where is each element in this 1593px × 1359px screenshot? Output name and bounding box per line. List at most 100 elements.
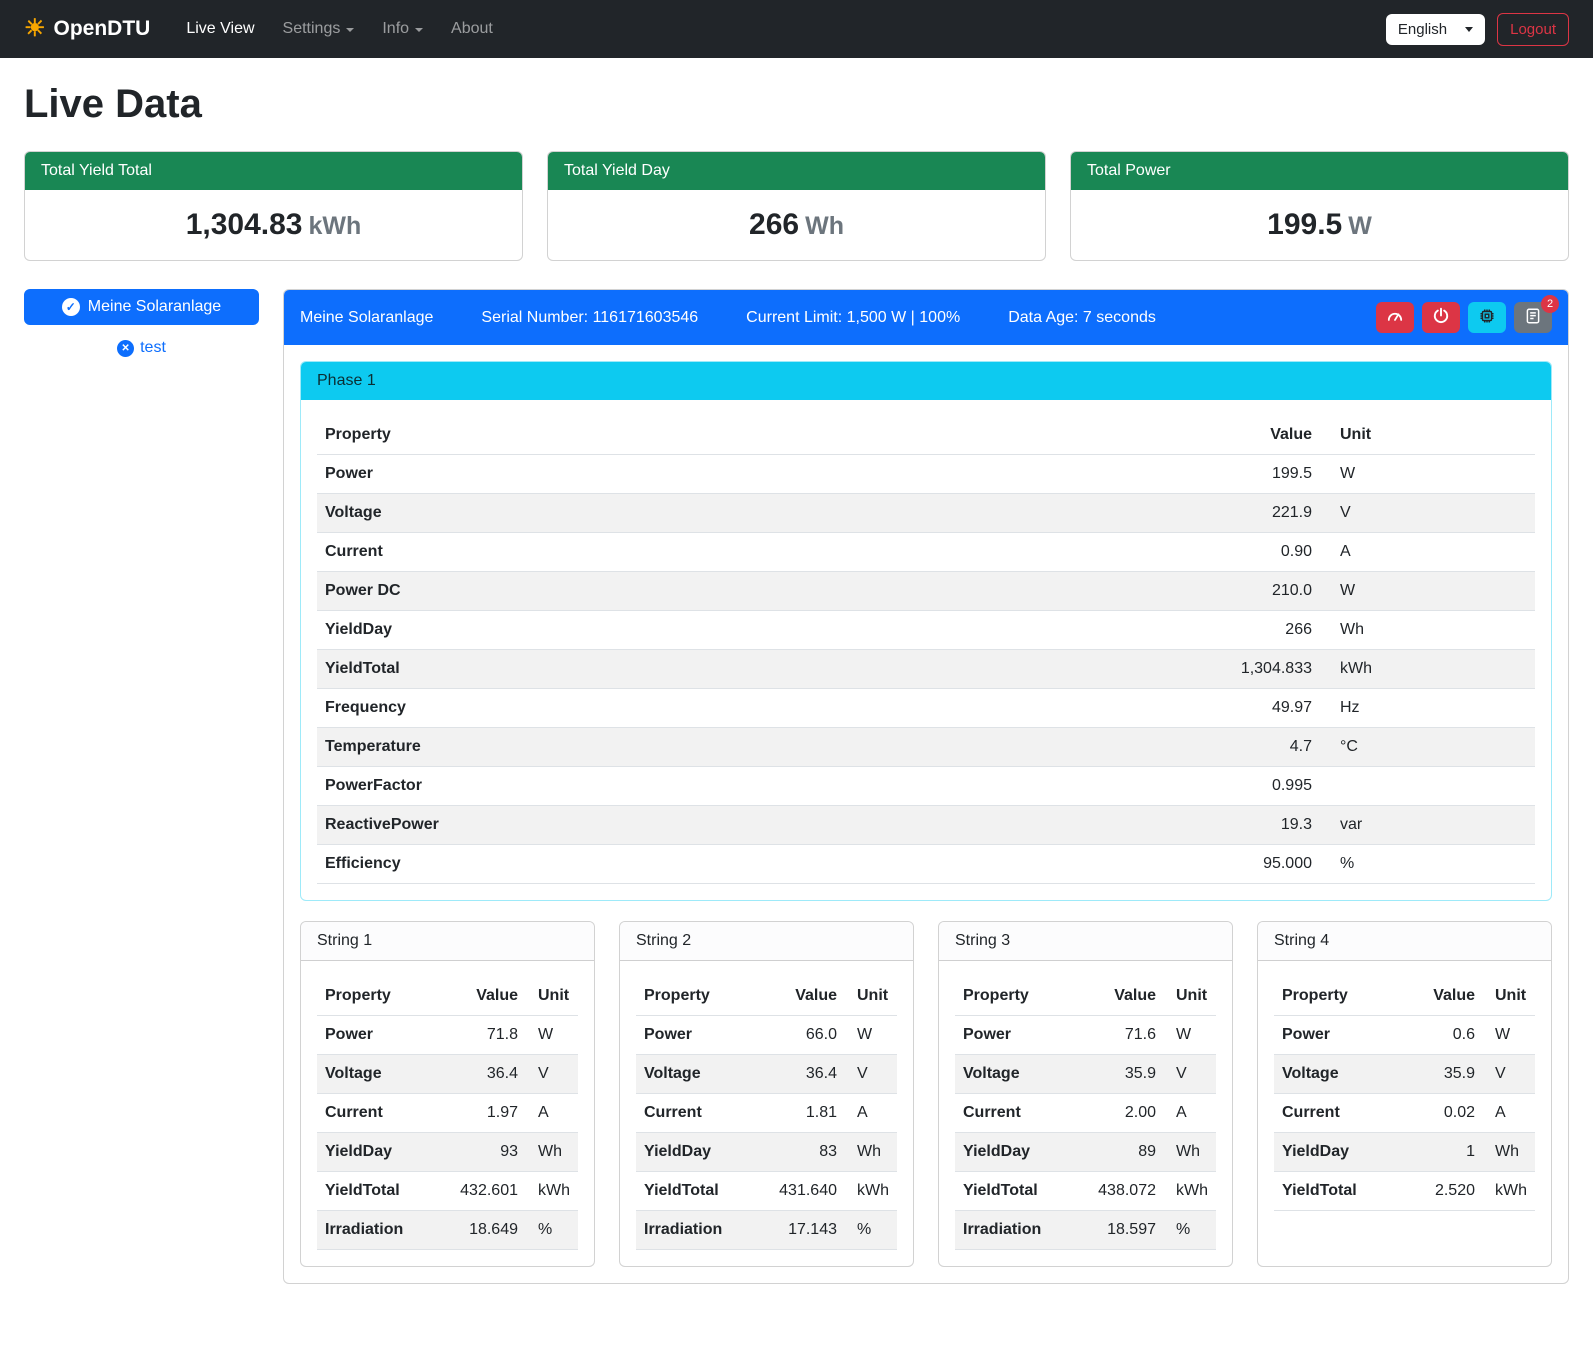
inverter-panel: Meine Solaranlage Serial Number: 1161716… (283, 289, 1569, 1284)
row-unit: W (1320, 455, 1535, 494)
nav-settings[interactable]: Settings (271, 12, 367, 46)
row-unit: °C (1320, 728, 1535, 767)
row-unit: W (1483, 1016, 1535, 1055)
row-value: 1,304.833 (1160, 650, 1320, 689)
event-log-button[interactable]: 2 (1514, 302, 1552, 333)
summary-card-title: Total Power (1071, 152, 1568, 190)
row-unit: kWh (1483, 1172, 1535, 1211)
row-property: Voltage (317, 1055, 446, 1094)
logout-button[interactable]: Logout (1497, 13, 1569, 46)
sidebar-item-test[interactable]: ✕ test (24, 339, 259, 357)
brand: ☀ OpenDTU (24, 17, 150, 41)
row-property: Current (317, 1094, 446, 1133)
row-unit: A (845, 1094, 897, 1133)
row-property: YieldDay (1274, 1133, 1403, 1172)
row-property: Power (636, 1016, 765, 1055)
phase-table: Property Value Unit Power (317, 416, 1535, 884)
inverter-select-button[interactable]: ✓ Meine Solaranlage (24, 289, 259, 325)
table-row: YieldDay 89 Wh (955, 1133, 1216, 1172)
table-row: Power 199.5 W (317, 455, 1535, 494)
row-unit: Wh (526, 1133, 578, 1172)
row-unit: W (526, 1016, 578, 1055)
table-row: ReactivePower 19.3 var (317, 806, 1535, 845)
chevron-down-icon (1465, 27, 1473, 32)
table-row: Current 0.90 A (317, 533, 1535, 572)
row-property: PowerFactor (317, 767, 1160, 806)
row-property: Irradiation (636, 1211, 765, 1250)
row-value: 18.597 (1084, 1211, 1164, 1250)
summary-card-value-row: 199.5W (1071, 190, 1568, 260)
string-card: String 3 Property Value Unit (938, 921, 1233, 1267)
limit-settings-button[interactable] (1376, 302, 1414, 333)
nav-live-view[interactable]: Live View (174, 12, 266, 46)
table-row: YieldDay 83 Wh (636, 1133, 897, 1172)
table-header-row: Property Value Unit (317, 416, 1535, 455)
row-property: Voltage (955, 1055, 1084, 1094)
row-value: 4.7 (1160, 728, 1320, 767)
nav-info[interactable]: Info (370, 12, 435, 46)
string-card-body: Property Value Unit (939, 961, 1232, 1266)
inverter-panel-body: Phase 1 Property Value Unit (284, 345, 1568, 1283)
table-row: YieldTotal 431.640 kWh (636, 1172, 897, 1211)
row-unit: kWh (1164, 1172, 1216, 1211)
row-unit: var (1320, 806, 1535, 845)
string-card: String 4 Property Value Unit (1257, 921, 1552, 1267)
x-circle-icon: ✕ (117, 340, 134, 357)
row-property: Voltage (1274, 1055, 1403, 1094)
table-row: YieldTotal 438.072 kWh (955, 1172, 1216, 1211)
row-property: YieldTotal (636, 1172, 765, 1211)
language-select[interactable]: English (1386, 14, 1485, 45)
phase-card: Phase 1 Property Value Unit (300, 361, 1552, 901)
row-property: YieldDay (636, 1133, 765, 1172)
table-row: YieldTotal 2.520 kWh (1274, 1172, 1535, 1211)
table-row: Current 1.97 A (317, 1094, 578, 1133)
table-row: YieldTotal 1,304.833 kWh (317, 650, 1535, 689)
table-row: Irradiation 18.649 % (317, 1211, 578, 1250)
device-info-button[interactable] (1468, 302, 1506, 333)
summary-card-value-row: 1,304.83kWh (25, 190, 522, 260)
row-value: 89 (1084, 1133, 1164, 1172)
sidebar: ✓ Meine Solaranlage ✕ test (24, 289, 259, 357)
row-property: YieldTotal (317, 1172, 446, 1211)
power-button[interactable] (1422, 302, 1460, 333)
row-value: 0.6 (1403, 1016, 1483, 1055)
row-property: Efficiency (317, 845, 1160, 884)
row-value: 266 (1160, 611, 1320, 650)
row-value: 17.143 (765, 1211, 845, 1250)
row-property: Current (955, 1094, 1084, 1133)
table-header-row: Property Value Unit (1274, 977, 1535, 1016)
main-row: ✓ Meine Solaranlage ✕ test Meine Solaran… (24, 289, 1569, 1284)
table-row: Voltage 36.4 V (636, 1055, 897, 1094)
row-value: 71.6 (1084, 1016, 1164, 1055)
table-row: Power 71.8 W (317, 1016, 578, 1055)
row-unit: kWh (526, 1172, 578, 1211)
row-property: Voltage (636, 1055, 765, 1094)
row-property: YieldTotal (1274, 1172, 1403, 1211)
row-unit: kWh (845, 1172, 897, 1211)
test-link-label: test (140, 339, 166, 357)
table-row: Power 71.6 W (955, 1016, 1216, 1055)
nav-settings-label: Settings (283, 20, 341, 38)
summary-card: Total Yield Day 266Wh (547, 151, 1046, 261)
page-title: Live Data (24, 82, 1569, 127)
row-property: Power DC (317, 572, 1160, 611)
nav-about[interactable]: About (439, 12, 505, 46)
row-property: Current (1274, 1094, 1403, 1133)
nav-links: Live View Settings Info About (174, 12, 1378, 46)
table-row: YieldDay 93 Wh (317, 1133, 578, 1172)
summary-cards: Total Yield Total 1,304.83kWh Total Yiel… (24, 151, 1569, 261)
row-property: Current (317, 533, 1160, 572)
row-value: 210.0 (1160, 572, 1320, 611)
phase-card-title: Phase 1 (301, 362, 1551, 400)
language-select-value: English (1398, 21, 1447, 38)
table-row: YieldDay 1 Wh (1274, 1133, 1535, 1172)
row-value: 49.97 (1160, 689, 1320, 728)
column-property: Property (1274, 977, 1403, 1016)
summary-card-value-row: 266Wh (548, 190, 1045, 260)
table-row: Frequency 49.97 Hz (317, 689, 1535, 728)
journal-icon (1524, 307, 1542, 328)
table-row: Power 66.0 W (636, 1016, 897, 1055)
row-value: 0.995 (1160, 767, 1320, 806)
string-card-body: Property Value Unit (1258, 961, 1551, 1227)
row-value: 35.9 (1084, 1055, 1164, 1094)
